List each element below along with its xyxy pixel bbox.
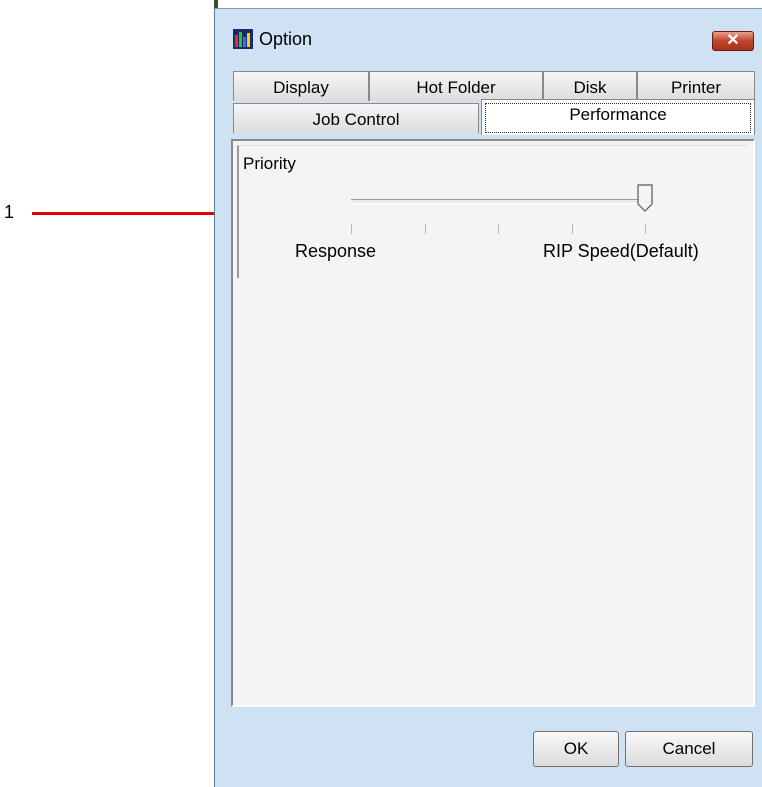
performance-panel: Priority Response RIP Speed(Default) xyxy=(231,139,755,707)
slider-tick xyxy=(645,224,646,234)
option-dialog: Option ✕ Display Hot Folder Disk Printer… xyxy=(214,8,762,787)
slider-tick xyxy=(424,224,426,234)
slider-min-label: Response xyxy=(295,241,377,261)
tab-label: Job Control xyxy=(312,110,400,129)
slider-tick xyxy=(351,224,352,234)
tab-display[interactable]: Display xyxy=(233,71,369,101)
close-icon: ✕ xyxy=(726,32,740,49)
tab-label: Disk xyxy=(573,78,607,97)
tab-performance[interactable]: Performance xyxy=(481,99,755,135)
slider-tick xyxy=(498,224,499,234)
tab-printer[interactable]: Printer xyxy=(637,71,755,101)
ok-button[interactable]: OK xyxy=(533,731,619,767)
close-button[interactable]: ✕ xyxy=(712,31,754,51)
tab-label: Display xyxy=(273,78,329,97)
slider-max-label: RIP Speed(Default) xyxy=(543,241,699,261)
priority-slider-track[interactable] xyxy=(351,199,645,204)
priority-label: Priority xyxy=(243,154,296,173)
title-bar[interactable]: Option ✕ xyxy=(215,9,762,53)
app-icon xyxy=(233,29,253,49)
tab-job-control[interactable]: Job Control xyxy=(233,103,479,133)
priority-group: Priority Response RIP Speed(Default) xyxy=(237,145,747,278)
tab-disk[interactable]: Disk xyxy=(543,71,637,101)
slider-tick xyxy=(571,224,573,234)
cancel-button[interactable]: Cancel xyxy=(625,731,753,767)
callout-number: 1 xyxy=(4,202,15,222)
priority-slider-thumb[interactable] xyxy=(637,184,653,212)
tab-hot-folder[interactable]: Hot Folder xyxy=(369,71,543,101)
tab-label: Performance xyxy=(485,103,751,133)
window-title: Option xyxy=(259,29,313,49)
tab-label: Printer xyxy=(670,78,722,97)
tab-label: Hot Folder xyxy=(416,78,496,97)
